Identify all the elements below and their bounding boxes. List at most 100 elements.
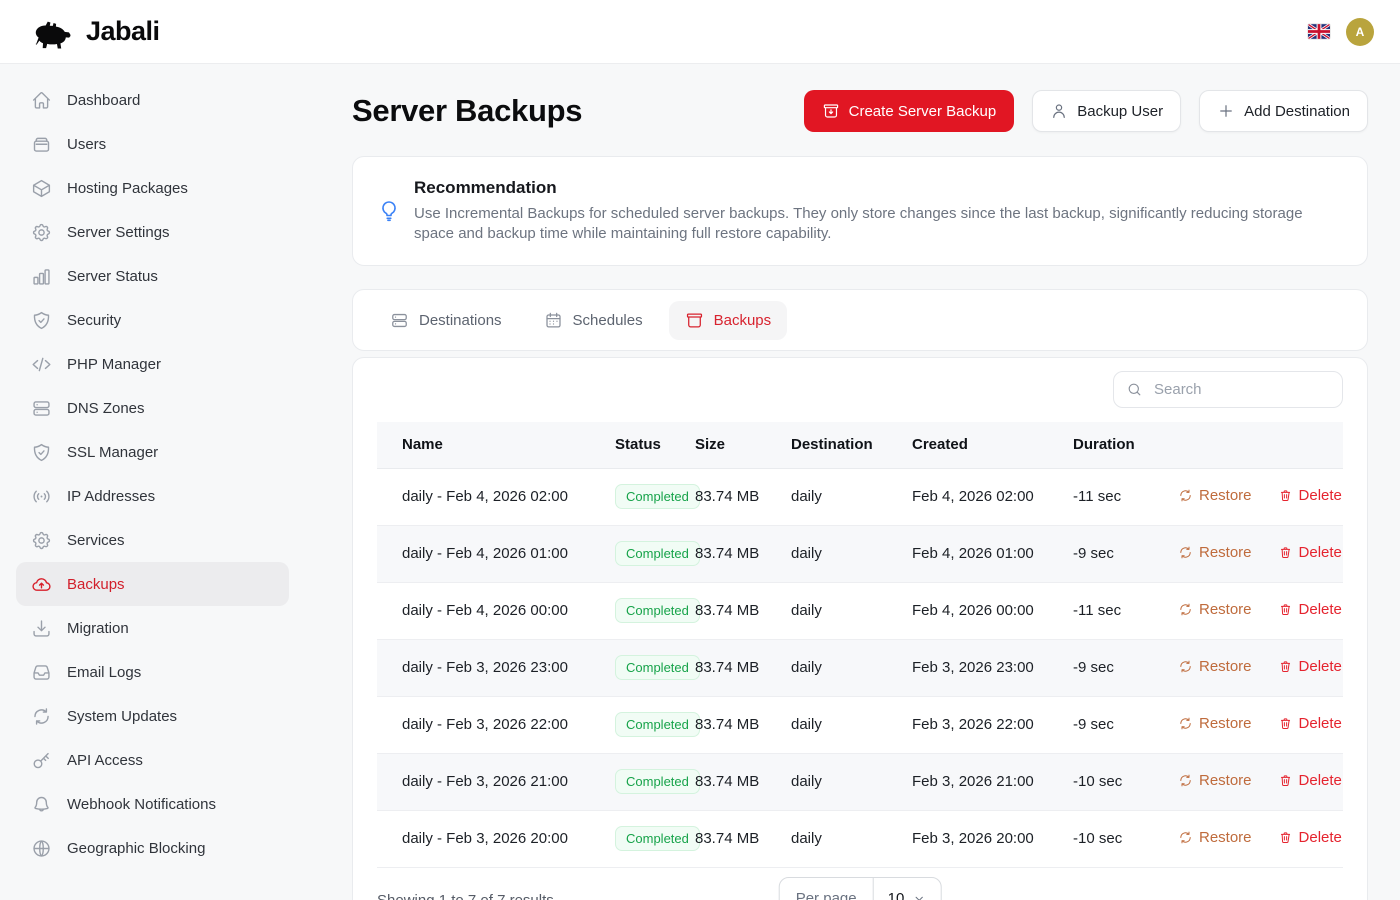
delete-button[interactable]: Delete [1278,772,1342,789]
cell-destination: daily [791,753,912,810]
restore-button[interactable]: Restore [1178,544,1252,561]
delete-button[interactable]: Delete [1278,829,1342,846]
restore-button[interactable]: Restore [1178,601,1252,618]
sidebar-item-ssl-manager[interactable]: SSL Manager [16,430,289,474]
shield-check-icon [31,310,52,331]
sidebar-item-migration[interactable]: Migration [16,606,289,650]
delete-button[interactable]: Delete [1278,715,1342,732]
refresh-icon [1178,545,1193,560]
refresh-icon [1178,659,1193,674]
download-tray-icon [31,618,52,639]
sidebar-item-system-updates[interactable]: System Updates [16,694,289,738]
cell-size: 83.74 MB [695,639,791,696]
sidebar-item-label: Migration [67,620,129,637]
cell-created: Feb 3, 2026 21:00 [912,753,1073,810]
status-badge: Completed [615,655,700,680]
create-server-backup-button[interactable]: Create Server Backup [804,90,1015,132]
cell-name: daily - Feb 3, 2026 20:00 [377,810,615,867]
user-avatar[interactable]: A [1346,18,1374,46]
archive-box-icon [685,311,704,330]
sidebar-item-dashboard[interactable]: Dashboard [16,78,289,122]
sidebar-item-ip-addresses[interactable]: IP Addresses [16,474,289,518]
backups-table: Name Status Size Destination Created Dur… [377,422,1343,868]
sidebar-item-label: System Updates [67,708,177,725]
sidebar-item-label: SSL Manager [67,444,158,461]
delete-button[interactable]: Delete [1278,601,1342,618]
cell-created: Feb 4, 2026 00:00 [912,582,1073,639]
column-created: Created [912,422,1073,468]
cell-status: Completed [615,468,695,525]
delete-button[interactable]: Delete [1278,658,1342,675]
sidebar-item-users[interactable]: Users [16,122,289,166]
shield-check-icon [31,442,52,463]
sidebar-item-services[interactable]: Services [16,518,289,562]
sidebar-item-api-access[interactable]: API Access [16,738,289,782]
cell-duration: -10 sec [1073,753,1178,810]
cell-destination: daily [791,639,912,696]
sidebar-item-label: Users [67,136,106,153]
delete-button[interactable]: Delete [1278,487,1342,504]
cell-duration: -9 sec [1073,639,1178,696]
sidebar-item-security[interactable]: Security [16,298,289,342]
code-icon [31,354,52,375]
bar-chart-icon [31,266,52,287]
restore-button[interactable]: Restore [1178,829,1252,846]
sidebar-item-dns-zones[interactable]: DNS Zones [16,386,289,430]
cell-duration: -11 sec [1073,468,1178,525]
sidebar-item-label: IP Addresses [67,488,155,505]
cell-created: Feb 3, 2026 20:00 [912,810,1073,867]
brand-logo[interactable]: Jabali [26,15,160,49]
sidebar-item-php-manager[interactable]: PHP Manager [16,342,289,386]
tab-bar: Destinations Schedules Backups [352,289,1368,351]
recommendation-banner: Recommendation Use Incremental Backups f… [352,156,1368,266]
sidebar-item-server-settings[interactable]: Server Settings [16,210,289,254]
recommendation-title: Recommendation [414,178,1343,198]
tab-schedules[interactable]: Schedules [528,301,659,340]
server-stack-icon [31,398,52,419]
home-icon [31,90,52,111]
main-content: Server Backups Create Server Backup Back… [305,64,1400,900]
cell-destination: daily [791,582,912,639]
backups-panel: Name Status Size Destination Created Dur… [352,357,1368,900]
sidebar-item-label: Server Status [67,268,158,285]
refresh-icon [1178,602,1193,617]
restore-button[interactable]: Restore [1178,658,1252,675]
sidebar-item-email-logs[interactable]: Email Logs [16,650,289,694]
search-input[interactable] [1152,380,1355,399]
results-summary: Showing 1 to 7 of 7 results [377,892,554,900]
sidebar-item-label: Hosting Packages [67,180,188,197]
sidebar-item-geographic-blocking[interactable]: Geographic Blocking [16,826,289,870]
trash-icon [1278,773,1293,788]
restore-button[interactable]: Restore [1178,715,1252,732]
tab-backups[interactable]: Backups [669,301,788,340]
uk-flag-icon[interactable] [1308,24,1330,39]
cell-actions: Restore Delete [1178,639,1343,696]
restore-button[interactable]: Restore [1178,487,1252,504]
sidebar-item-hosting-packages[interactable]: Hosting Packages [16,166,289,210]
delete-button[interactable]: Delete [1278,544,1342,561]
table-row: daily - Feb 4, 2026 02:00Completed83.74 … [377,468,1343,525]
backup-user-button[interactable]: Backup User [1032,90,1181,132]
status-badge: Completed [615,826,700,851]
sidebar-item-backups[interactable]: Backups [16,562,289,606]
cell-duration: -9 sec [1073,696,1178,753]
sidebar-item-label: Geographic Blocking [67,840,205,857]
trash-icon [1278,488,1293,503]
sidebar-item-server-status[interactable]: Server Status [16,254,289,298]
top-header: Jabali A [0,0,1400,64]
restore-button[interactable]: Restore [1178,772,1252,789]
status-badge: Completed [615,541,700,566]
sidebar-item-label: DNS Zones [67,400,145,417]
tab-destinations[interactable]: Destinations [374,301,518,340]
sidebar-item-label: PHP Manager [67,356,161,373]
sidebar-item-label: API Access [67,752,143,769]
table-row: daily - Feb 4, 2026 00:00Completed83.74 … [377,582,1343,639]
per-page-select[interactable]: 10 [874,878,941,900]
brand-name: Jabali [86,16,160,47]
refresh-icon [31,706,52,727]
cell-name: daily - Feb 4, 2026 00:00 [377,582,615,639]
sidebar-item-webhook-notifications[interactable]: Webhook Notifications [16,782,289,826]
cell-actions: Restore Delete [1178,468,1343,525]
add-destination-button[interactable]: Add Destination [1199,90,1368,132]
cell-name: daily - Feb 3, 2026 23:00 [377,639,615,696]
